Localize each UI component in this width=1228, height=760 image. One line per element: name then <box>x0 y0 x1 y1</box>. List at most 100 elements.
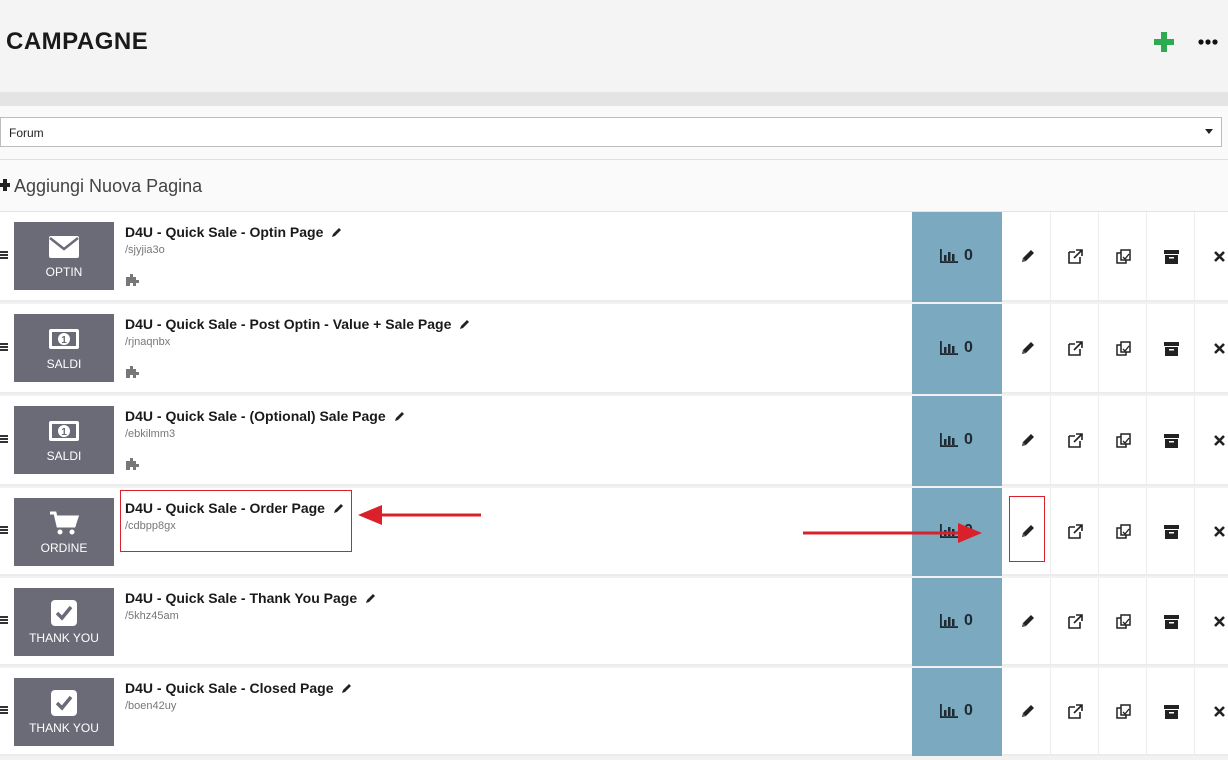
archive-icon <box>1164 434 1179 448</box>
page-type-thumbnail: THANK YOU <box>14 678 114 746</box>
rename-pencil-icon[interactable] <box>365 592 377 604</box>
page-url: /rjnaqnbx <box>125 336 171 348</box>
delete-button[interactable] <box>1195 488 1228 576</box>
page-name[interactable]: D4U - Quick Sale - Closed Page <box>125 680 353 696</box>
add-button[interactable] <box>1152 30 1176 54</box>
edit-button[interactable] <box>1003 304 1051 394</box>
external-link-button[interactable] <box>1051 304 1099 394</box>
archive-button[interactable] <box>1147 304 1195 394</box>
page-name[interactable]: D4U - Quick Sale - Thank You Page <box>125 590 377 606</box>
stats-button[interactable]: 0 <box>912 304 1002 394</box>
page-name-text: D4U - Quick Sale - Thank You Page <box>125 590 358 606</box>
drag-handle-icon[interactable] <box>0 706 8 714</box>
archive-button[interactable] <box>1147 578 1195 666</box>
delete-button[interactable] <box>1195 212 1228 302</box>
delete-icon <box>1214 343 1225 354</box>
rename-pencil-icon[interactable] <box>331 226 343 238</box>
delete-icon <box>1214 526 1225 537</box>
edit-button[interactable] <box>1003 578 1051 666</box>
money-icon: 1 <box>48 326 80 352</box>
stats-button[interactable]: 0 <box>912 396 1002 486</box>
clone-button[interactable] <box>1099 668 1147 756</box>
clone-button[interactable] <box>1099 396 1147 486</box>
page-url: /ebkilmm3 <box>125 428 176 440</box>
bar-chart-icon <box>940 704 958 718</box>
table-row: OPTIN D4U - Quick Sale - Optin Page /sjy… <box>0 212 1228 302</box>
page-header: CAMPAGNE <box>0 0 1228 92</box>
delete-button[interactable] <box>1195 668 1228 756</box>
external-link-icon <box>1068 524 1083 539</box>
stats-button[interactable]: 0 <box>912 488 1002 576</box>
stats-button[interactable]: 0 <box>912 578 1002 666</box>
edit-icon <box>1022 250 1034 262</box>
drag-handle-icon[interactable] <box>0 526 8 534</box>
stats-value: 0 <box>964 612 973 629</box>
edit-button[interactable] <box>1003 212 1051 302</box>
delete-button[interactable] <box>1195 304 1228 394</box>
drag-handle-icon[interactable] <box>0 435 8 443</box>
clone-button[interactable] <box>1099 488 1147 576</box>
page-url: /boen42uy <box>125 700 177 712</box>
clone-button[interactable] <box>1099 578 1147 666</box>
archive-button[interactable] <box>1147 668 1195 756</box>
ellipsis-icon <box>1198 39 1218 45</box>
drag-handle-icon[interactable] <box>0 616 8 624</box>
rename-pencil-icon[interactable] <box>341 682 353 694</box>
archive-button[interactable] <box>1147 212 1195 302</box>
rename-pencil-icon[interactable] <box>394 410 406 422</box>
clone-button[interactable] <box>1099 212 1147 302</box>
archive-button[interactable] <box>1147 396 1195 486</box>
plus-icon <box>0 179 10 191</box>
svg-text:1: 1 <box>61 335 67 346</box>
page-type-thumbnail: THANK YOU <box>14 588 114 656</box>
delete-icon <box>1214 616 1225 627</box>
clone-icon <box>1116 614 1131 629</box>
table-row: THANK YOU D4U - Quick Sale - Thank You P… <box>0 578 1228 666</box>
drag-handle-icon[interactable] <box>0 343 8 351</box>
clone-icon <box>1116 704 1131 719</box>
drag-handle-icon[interactable] <box>0 251 8 259</box>
page-type-thumbnail: 1 SALDI <box>14 314 114 382</box>
stats-button[interactable]: 0 <box>912 668 1002 756</box>
add-new-page-button[interactable]: Aggiungi Nuova Pagina <box>0 160 1228 212</box>
edit-icon <box>1022 434 1034 446</box>
external-link-button[interactable] <box>1051 668 1099 756</box>
bar-chart-icon <box>940 341 958 355</box>
page-title: CAMPAGNE <box>6 28 149 55</box>
bar-chart-icon <box>940 249 958 263</box>
edit-icon <box>1022 615 1034 627</box>
rename-pencil-icon[interactable] <box>459 318 471 330</box>
funnel-select[interactable]: Forum <box>0 117 1222 147</box>
external-link-button[interactable] <box>1051 212 1099 302</box>
stats-value: 0 <box>964 522 973 539</box>
external-link-button[interactable] <box>1051 396 1099 486</box>
delete-icon <box>1214 706 1225 717</box>
page-name[interactable]: D4U - Quick Sale - Post Optin - Value + … <box>125 316 471 332</box>
add-new-page-label: Aggiungi Nuova Pagina <box>14 176 203 196</box>
table-row: 1 SALDI D4U - Quick Sale - (Optional) Sa… <box>0 396 1228 486</box>
archive-button[interactable] <box>1147 488 1195 576</box>
external-link-icon <box>1068 614 1083 629</box>
edit-button[interactable] <box>1003 396 1051 486</box>
money-icon: 1 <box>48 418 80 444</box>
page-type-label: THANK YOU <box>29 631 99 645</box>
external-link-button[interactable] <box>1051 488 1099 576</box>
stats-button[interactable]: 0 <box>912 212 1002 302</box>
more-options-button[interactable] <box>1197 34 1219 50</box>
page-type-label: SALDI <box>46 449 82 463</box>
external-link-button[interactable] <box>1051 578 1099 666</box>
clone-button[interactable] <box>1099 304 1147 394</box>
stats-value: 0 <box>964 339 973 356</box>
envelope-icon <box>48 234 80 260</box>
puzzle-icon <box>126 458 139 470</box>
page-name[interactable]: D4U - Quick Sale - (Optional) Sale Page <box>125 408 406 424</box>
delete-button[interactable] <box>1195 396 1228 486</box>
annotation-highlight-box <box>120 490 352 552</box>
page-type-thumbnail: ORDINE <box>14 498 114 566</box>
checkbox-icon <box>48 600 80 626</box>
puzzle-icon <box>126 366 139 378</box>
edit-icon <box>1022 705 1034 717</box>
edit-button[interactable] <box>1003 668 1051 756</box>
delete-button[interactable] <box>1195 578 1228 666</box>
page-name[interactable]: D4U - Quick Sale - Optin Page <box>125 224 343 240</box>
